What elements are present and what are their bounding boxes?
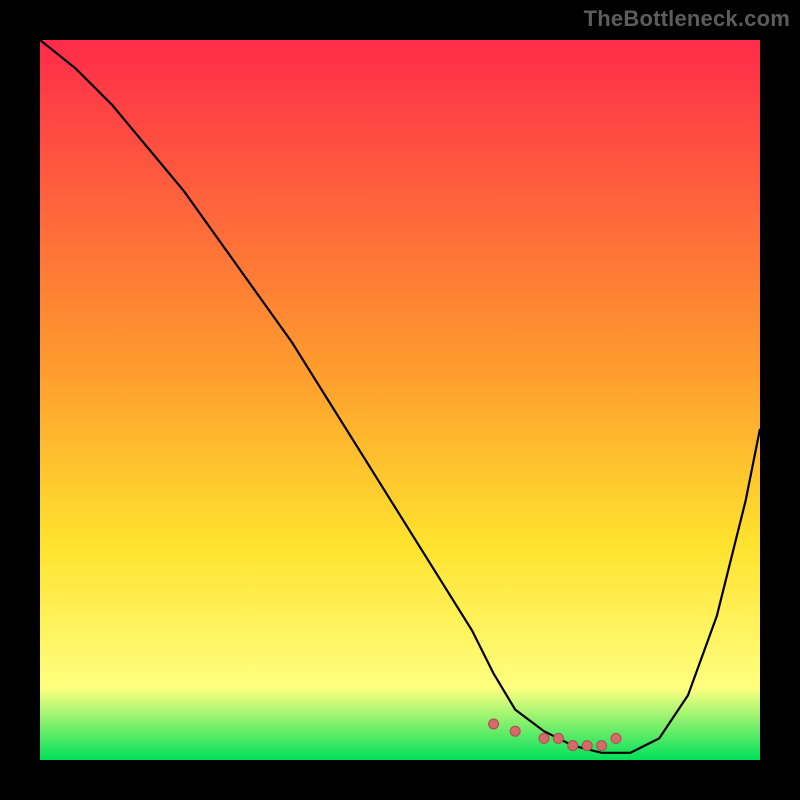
optimal-marker xyxy=(489,719,499,729)
optimal-marker xyxy=(553,733,563,743)
optimal-marker xyxy=(510,726,520,736)
optimal-marker xyxy=(582,741,592,751)
bottleneck-chart xyxy=(40,40,760,760)
optimal-marker xyxy=(611,733,621,743)
plot-area xyxy=(40,40,760,760)
optimal-marker xyxy=(597,741,607,751)
optimal-marker xyxy=(539,733,549,743)
chart-frame: TheBottleneck.com xyxy=(0,0,800,800)
optimal-marker xyxy=(568,741,578,751)
watermark-text: TheBottleneck.com xyxy=(584,6,790,32)
